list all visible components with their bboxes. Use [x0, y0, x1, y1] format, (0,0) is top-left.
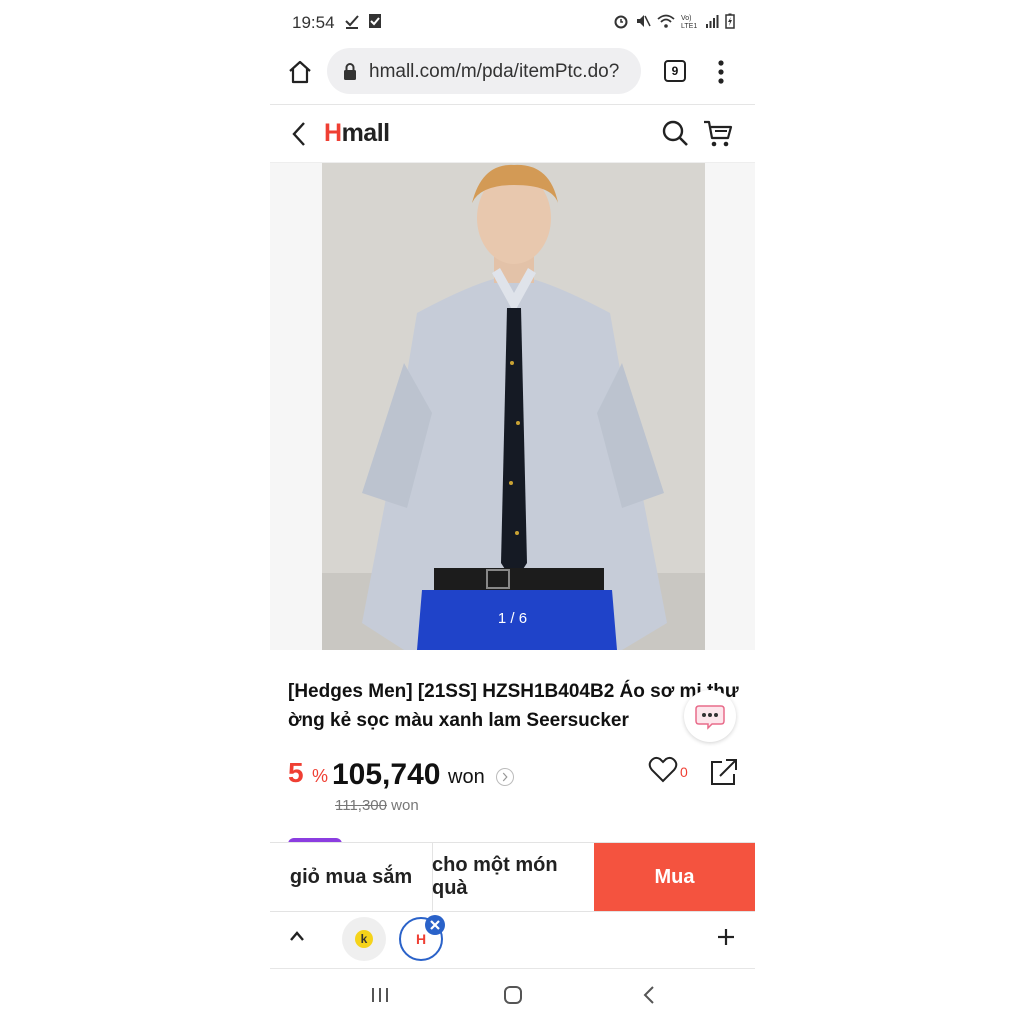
tab-switcher-button[interactable]: 9 [664, 60, 686, 82]
cart-icon[interactable] [703, 119, 733, 149]
system-nav-bar [270, 969, 755, 1024]
wifi-icon [657, 14, 675, 28]
heart-icon[interactable] [648, 756, 678, 784]
status-time: 19:54 [292, 13, 335, 32]
add-tab-icon[interactable] [716, 927, 736, 947]
buy-button[interactable]: Mua [594, 843, 755, 911]
lock-icon [344, 63, 356, 80]
chevron-right-icon[interactable] [496, 768, 514, 786]
product-title: [Hedges Men] [21SS] HZSH1B404B2 Áo sơ mi… [288, 681, 739, 731]
original-price-value: 111,300 [335, 797, 387, 814]
original-price: 111,300 won [335, 797, 419, 814]
signal-icon [706, 15, 719, 28]
back-arrow-icon[interactable] [290, 121, 308, 147]
add-to-cart-button[interactable]: giỏ mua sắm [270, 843, 433, 911]
product-photo[interactable] [322, 163, 705, 650]
tab-kakao[interactable]: k [342, 917, 386, 961]
gift-button[interactable]: cho một món quà [432, 843, 594, 911]
discount-unit: % [312, 766, 329, 786]
home-icon[interactable] [286, 58, 314, 86]
like-count: 0 [680, 764, 688, 780]
chat-bubble-icon [695, 705, 725, 730]
close-tab-icon[interactable] [425, 915, 445, 935]
nav-back-icon[interactable] [642, 985, 656, 1005]
checkbox-notification-icon [369, 14, 381, 28]
svg-text:LTE1: LTE1 [681, 23, 697, 29]
check-download-icon [345, 15, 359, 29]
logo-mall: mall [341, 119, 391, 147]
status-left-icons [344, 13, 382, 29]
recent-apps-icon[interactable] [370, 986, 390, 1004]
browser-toolbar: hmall.com/m/pda/itemPtc.do? 9 [270, 44, 755, 105]
phone-screen: 19:54 Vo) LTE1 hmall.com/m/pda/itemPtc.do… [270, 0, 755, 1024]
chevron-up-icon[interactable] [288, 929, 306, 943]
gallery-counter: 1 / 6 [497, 610, 528, 627]
nav-home-icon[interactable] [503, 985, 523, 1005]
product-image-gallery[interactable]: 1 / 6 [270, 163, 755, 650]
alarm-icon [614, 15, 628, 29]
more-menu-icon[interactable] [716, 58, 726, 86]
chat-button[interactable] [684, 690, 736, 742]
mute-icon [637, 15, 651, 27]
logo-h: H [324, 119, 342, 147]
original-price-unit: won [391, 797, 419, 814]
status-right-icons: Vo) LTE1 [613, 13, 735, 29]
sale-price-unit: won [448, 766, 485, 788]
discount-rate: 5 [288, 757, 304, 788]
hmall-logo[interactable]: Hmall [324, 119, 390, 148]
battery-charging-icon [725, 13, 735, 29]
status-bar: 19:54 Vo) LTE1 [270, 0, 755, 44]
address-bar[interactable]: hmall.com/m/pda/itemPtc.do? [327, 48, 641, 94]
sale-price: 105,740 [332, 758, 441, 791]
tab-k-label: k [355, 930, 373, 948]
search-icon[interactable] [661, 119, 689, 147]
browser-tab-strip: k H [270, 911, 755, 969]
purchase-action-bar: giỏ mua sắm cho một món quà Mua [270, 842, 755, 912]
app-header: Hmall [270, 105, 755, 163]
svg-text:Vo): Vo) [681, 15, 692, 22]
volte-icon: Vo)LTE1 [681, 15, 697, 29]
share-icon[interactable] [710, 758, 738, 786]
url-text[interactable]: hmall.com/m/pda/itemPtc.do? [369, 61, 619, 83]
